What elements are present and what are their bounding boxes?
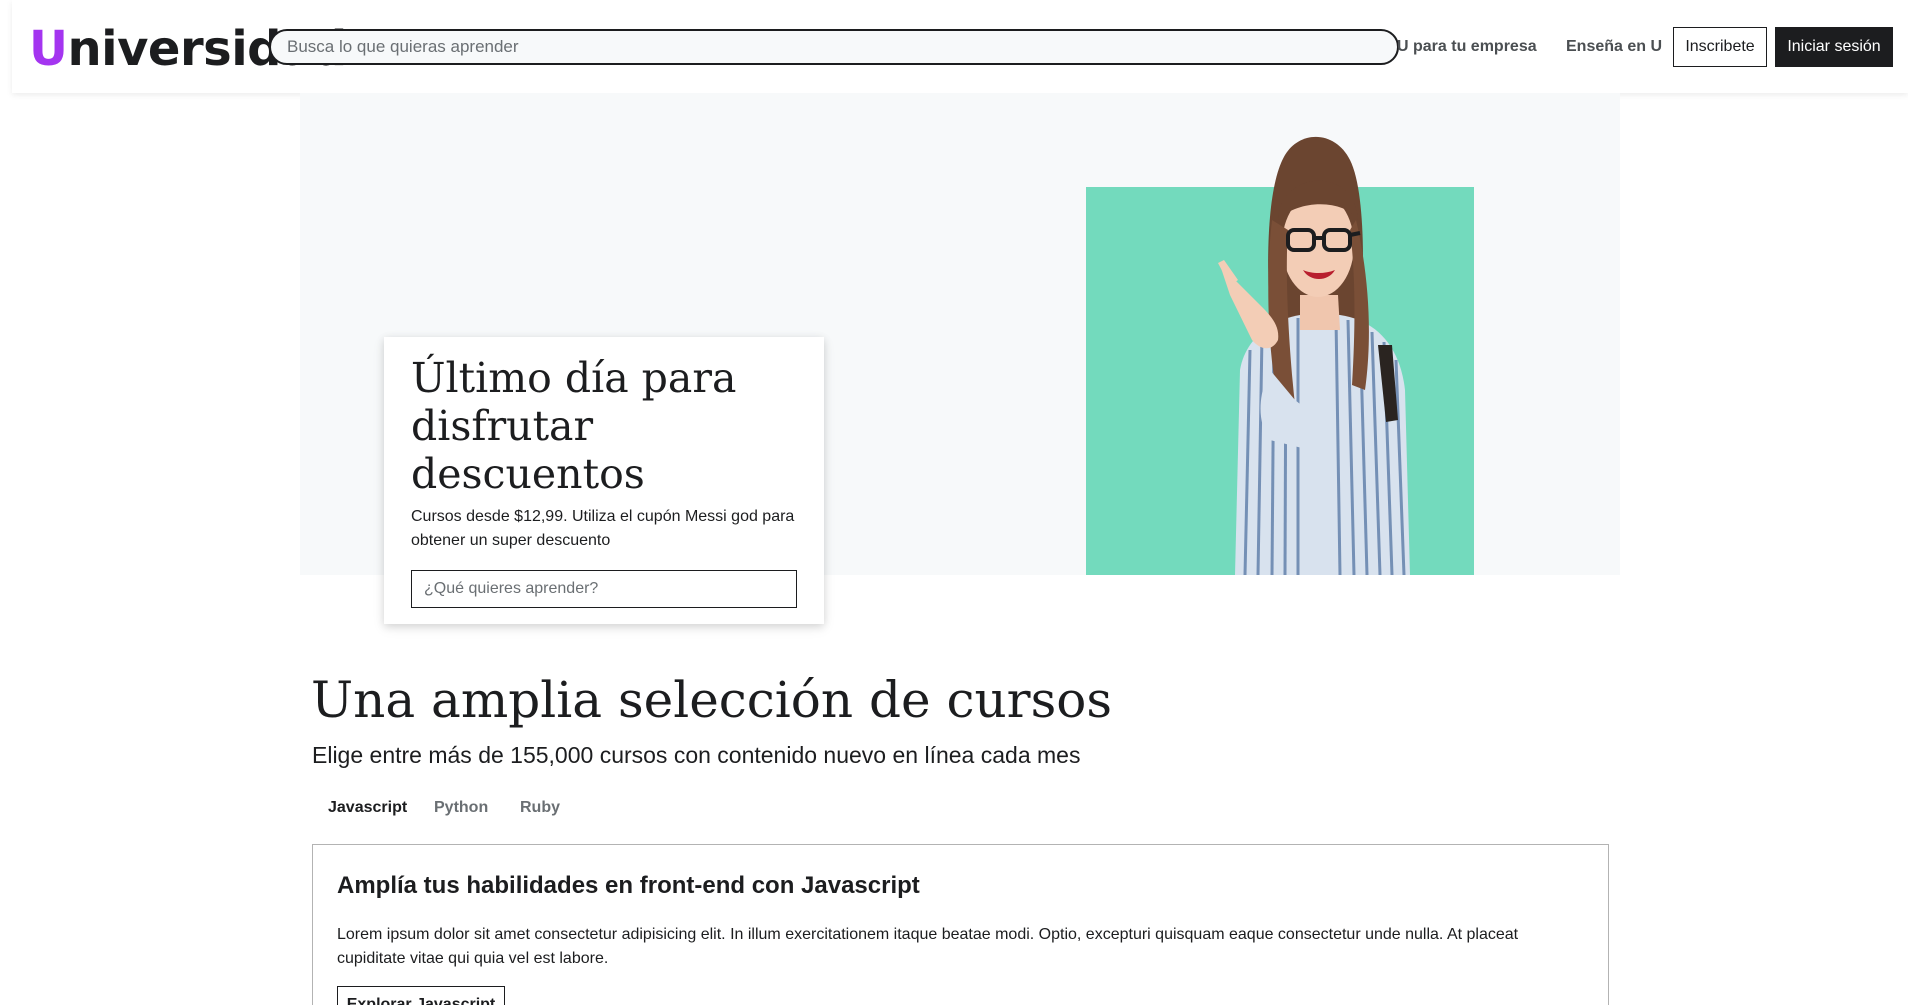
course-panel-title: Amplía tus habilidades en front-end con … (337, 872, 920, 899)
tab-ruby[interactable]: Ruby (520, 799, 560, 817)
course-panel-text: Lorem ipsum dolor sit amet consectetur a… (337, 926, 1519, 967)
course-panel: Amplía tus habilidades en front-end con … (312, 844, 1609, 1005)
promo-title: Último día para disfrutar descuentos (411, 354, 737, 498)
site-header: Universidad U para tu empresa Enseña en … (12, 0, 1908, 93)
courses-title: Una amplia selección de cursos (311, 671, 1113, 729)
tab-python[interactable]: Python (434, 799, 488, 817)
search-input[interactable] (269, 29, 1399, 65)
promo-search-input[interactable] (411, 570, 797, 608)
promo-card: Último día para disfrutar descuentos Cur… (384, 337, 824, 624)
logo-initial: U (29, 21, 68, 77)
promo-text: Cursos desde $12,99. Utiliza el cupón Me… (411, 508, 795, 549)
signup-button[interactable]: Inscribete (1673, 27, 1767, 67)
nav-teach-link[interactable]: Enseña en U (1566, 38, 1662, 56)
login-button[interactable]: Iniciar sesión (1775, 27, 1893, 67)
tab-javascript[interactable]: Javascript (328, 799, 407, 817)
woman-pointing-photo (1218, 136, 1410, 575)
courses-subtitle: Elige entre más de 155,000 cursos con co… (312, 742, 1081, 768)
explore-javascript-button[interactable]: Explorar Javascript (337, 986, 505, 1005)
nav-business-link[interactable]: U para tu empresa (1397, 38, 1537, 56)
